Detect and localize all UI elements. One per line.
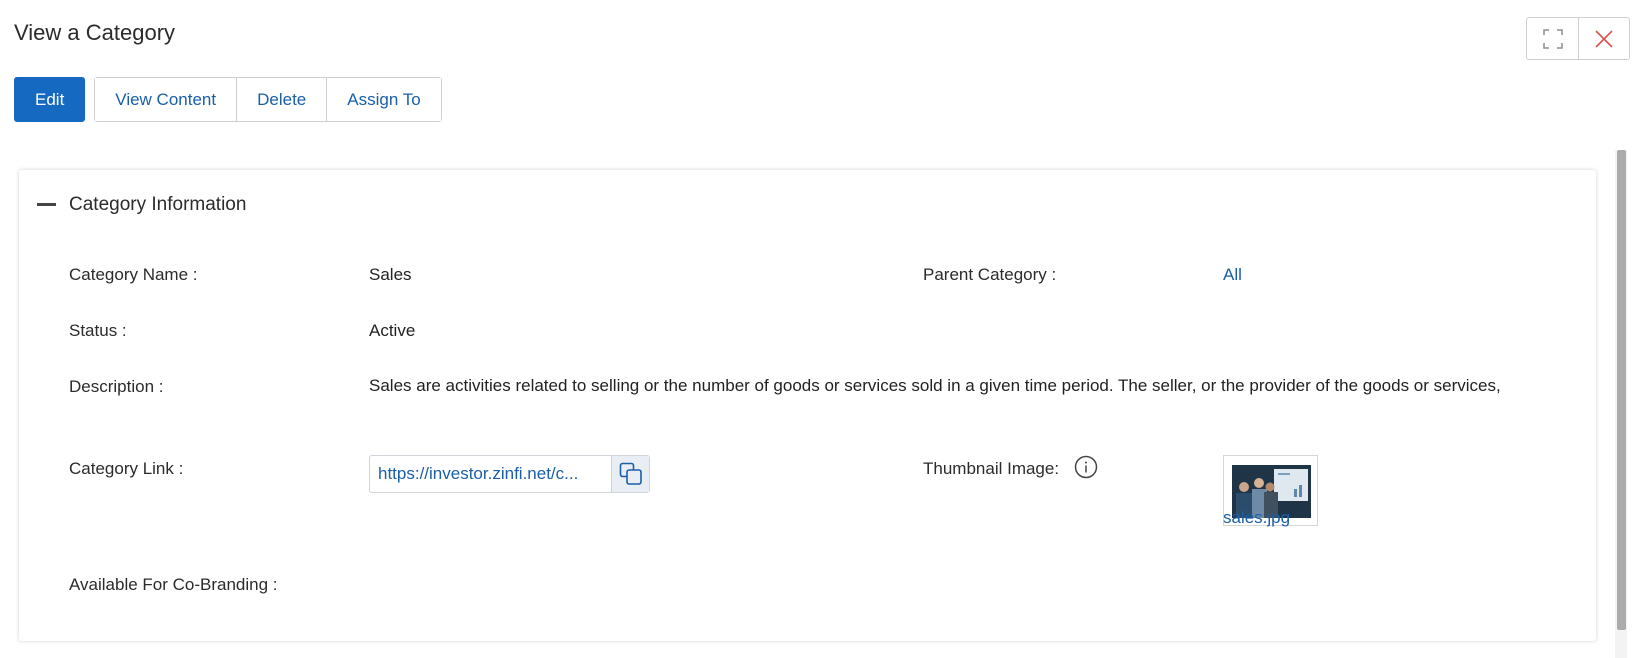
minus-icon[interactable] xyxy=(37,203,56,206)
action-toolbar: Edit View Content Delete Assign To xyxy=(14,77,442,122)
description-label: Description : xyxy=(69,377,164,396)
section-title: Category Information xyxy=(69,194,247,215)
window-controls xyxy=(1526,17,1630,60)
secondary-actions: View Content Delete Assign To xyxy=(94,77,442,122)
category-name-value: Sales xyxy=(369,265,412,284)
expand-icon xyxy=(1542,28,1563,49)
view-category-page: View a Category Edit View Content Delete… xyxy=(0,0,1642,658)
edit-button[interactable]: Edit xyxy=(14,77,86,122)
close-button[interactable] xyxy=(1578,18,1629,59)
status-value: Active xyxy=(369,321,416,340)
co-branding-label: Available For Co-Branding : xyxy=(69,575,278,594)
scrollbar-thumb[interactable] xyxy=(1617,150,1626,630)
page-title: View a Category xyxy=(14,20,176,45)
category-link-field: https://investor.zinfi.net/c... xyxy=(369,455,650,493)
status-label: Status : xyxy=(69,321,127,340)
category-link-url[interactable]: https://investor.zinfi.net/c... xyxy=(370,456,611,492)
view-content-button[interactable]: View Content xyxy=(95,78,237,121)
info-icon[interactable] xyxy=(1074,455,1098,479)
thumbnail-image-label: Thumbnail Image: xyxy=(923,459,1060,478)
assign-to-button[interactable]: Assign To xyxy=(326,78,441,121)
expand-button[interactable] xyxy=(1527,18,1578,59)
delete-button[interactable]: Delete xyxy=(236,78,327,121)
parent-category-link[interactable]: All xyxy=(1223,265,1242,285)
copy-icon xyxy=(619,462,642,485)
description-value: Sales are activities related to selling … xyxy=(369,376,1501,395)
category-link-label: Category Link : xyxy=(69,459,184,478)
category-information-panel: Category Information Category Name : Sal… xyxy=(19,170,1596,641)
parent-category-label: Parent Category : xyxy=(923,265,1057,284)
thumbnail-file-link[interactable]: sales.jpg xyxy=(1223,508,1290,528)
category-name-label: Category Name : xyxy=(69,265,198,284)
close-icon xyxy=(1595,29,1613,48)
copy-link-button[interactable] xyxy=(611,456,649,492)
